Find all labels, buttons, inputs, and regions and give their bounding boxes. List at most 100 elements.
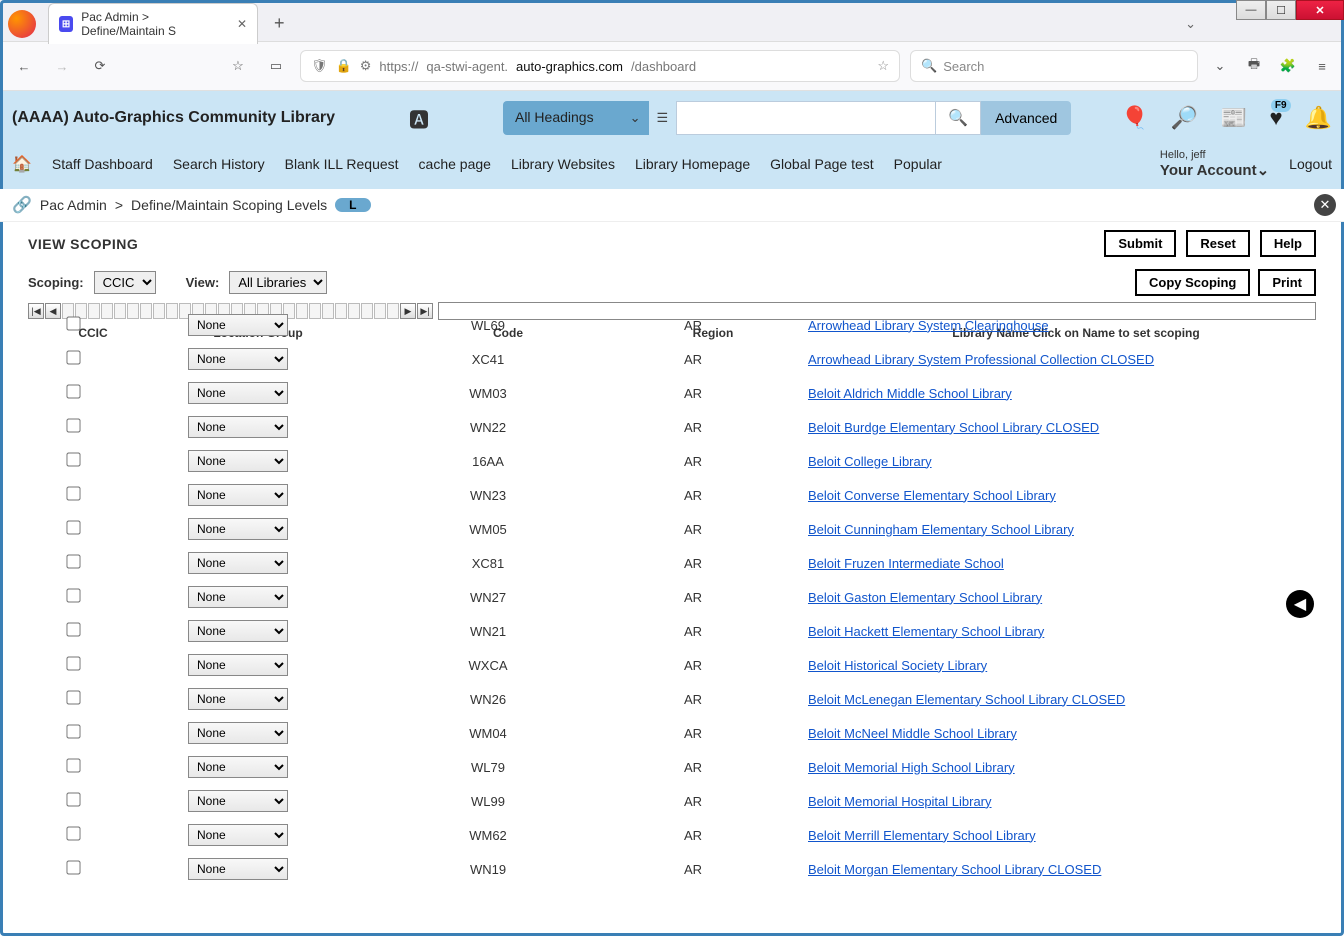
nav-blank-ill[interactable]: Blank ILL Request: [285, 156, 399, 172]
chevron-down-icon[interactable]: ⌄: [622, 101, 649, 135]
location-group-select[interactable]: None: [188, 552, 288, 574]
library-name-link[interactable]: Beloit McLenegan Elementary School Libra…: [808, 692, 1125, 707]
list-icon[interactable]: 📰: [1220, 105, 1247, 131]
location-group-select[interactable]: None: [188, 654, 288, 676]
favorites-icon[interactable]: ♥F9: [1270, 105, 1283, 131]
row-checkbox[interactable]: [66, 486, 80, 500]
nav-staff-dashboard[interactable]: Staff Dashboard: [52, 156, 153, 172]
advanced-search-button[interactable]: Advanced: [981, 101, 1071, 135]
library-name-link[interactable]: Arrowhead Library System Professional Co…: [808, 352, 1154, 367]
nav-reload-icon[interactable]: ⟳: [86, 52, 114, 80]
browser-search-box[interactable]: 🔍 Search: [910, 50, 1198, 82]
scoping-select[interactable]: CCIC: [94, 271, 156, 294]
window-minimize[interactable]: —: [1236, 0, 1266, 20]
menu-icon[interactable]: ≡: [1310, 54, 1334, 78]
row-checkbox[interactable]: [66, 350, 80, 364]
nav-global-page-test[interactable]: Global Page test: [770, 156, 874, 172]
row-checkbox[interactable]: [66, 860, 80, 874]
row-checkbox[interactable]: [66, 656, 80, 670]
browser-tab[interactable]: ⊞ Pac Admin > Define/Maintain S ✕: [48, 3, 258, 44]
browse-icon[interactable]: 🔎: [1171, 105, 1198, 131]
library-name-link[interactable]: Beloit Merrill Elementary School Library: [808, 828, 1036, 843]
logout-link[interactable]: Logout: [1289, 156, 1332, 172]
location-group-select[interactable]: None: [188, 688, 288, 710]
row-checkbox[interactable]: [66, 554, 80, 568]
location-group-select[interactable]: None: [188, 722, 288, 744]
nav-search-history[interactable]: Search History: [173, 156, 265, 172]
row-checkbox[interactable]: [66, 826, 80, 840]
library-name-link[interactable]: Arrowhead Library System Clearinghouse: [808, 318, 1049, 333]
bookmark-star-outline-icon[interactable]: ☆: [224, 52, 252, 80]
library-name-link[interactable]: Beloit Memorial Hospital Library: [808, 794, 992, 809]
bookmark-icon[interactable]: ☆: [877, 58, 889, 74]
new-tab-button[interactable]: +: [268, 13, 291, 34]
row-checkbox[interactable]: [66, 724, 80, 738]
print-button[interactable]: Print: [1258, 269, 1316, 296]
location-group-select[interactable]: None: [188, 314, 288, 336]
home-icon[interactable]: 🏠: [12, 154, 32, 174]
tab-close-icon[interactable]: ✕: [237, 17, 247, 31]
library-name-link[interactable]: Beloit College Library: [808, 454, 932, 469]
location-group-select[interactable]: None: [188, 824, 288, 846]
catalog-search-button[interactable]: 🔍: [936, 101, 981, 135]
print-icon[interactable]: 🖶: [1242, 54, 1266, 78]
collapse-arrow-icon[interactable]: ◀: [1286, 590, 1314, 618]
extensions-icon[interactable]: 🧩: [1276, 54, 1300, 78]
location-group-select[interactable]: None: [188, 348, 288, 370]
library-name-link[interactable]: Beloit Cunningham Elementary School Libr…: [808, 522, 1074, 537]
translate-icon[interactable]: 🅰: [409, 104, 429, 133]
reset-button[interactable]: Reset: [1186, 230, 1249, 257]
view-select[interactable]: All Libraries: [229, 271, 327, 294]
submit-button[interactable]: Submit: [1104, 230, 1176, 257]
close-panel-icon[interactable]: ✕: [1314, 194, 1336, 216]
catalog-search-input[interactable]: [676, 101, 936, 135]
url-bar[interactable]: 🛡 🔒 ⚙ https://qa-stwi-agent.auto-graphic…: [300, 50, 900, 82]
row-checkbox[interactable]: [66, 316, 80, 330]
library-name-link[interactable]: Beloit Historical Society Library: [808, 658, 987, 673]
window-close[interactable]: ✕: [1296, 0, 1344, 20]
location-group-select[interactable]: None: [188, 756, 288, 778]
location-group-select[interactable]: None: [188, 518, 288, 540]
library-name-link[interactable]: Beloit Burdge Elementary School Library …: [808, 420, 1099, 435]
tabs-dropdown-icon[interactable]: ⌄: [1185, 16, 1196, 32]
location-group-select[interactable]: None: [188, 790, 288, 812]
library-name-link[interactable]: Beloit Memorial High School Library: [808, 760, 1015, 775]
pocket-icon[interactable]: ⌄: [1208, 54, 1232, 78]
help-button[interactable]: Help: [1260, 230, 1316, 257]
breadcrumb-root[interactable]: Pac Admin: [40, 197, 107, 213]
row-checkbox[interactable]: [66, 452, 80, 466]
account-menu[interactable]: Hello, jeff Your Account⌄: [1160, 149, 1269, 179]
nav-library-homepage[interactable]: Library Homepage: [635, 156, 750, 172]
location-group-select[interactable]: None: [188, 416, 288, 438]
location-group-select[interactable]: None: [188, 586, 288, 608]
library-name-link[interactable]: Beloit McNeel Middle School Library: [808, 726, 1017, 741]
row-checkbox[interactable]: [66, 520, 80, 534]
row-checkbox[interactable]: [66, 588, 80, 602]
row-checkbox[interactable]: [66, 792, 80, 806]
location-group-select[interactable]: None: [188, 382, 288, 404]
notifications-icon[interactable]: 🔔: [1305, 105, 1332, 131]
location-group-select[interactable]: None: [188, 620, 288, 642]
nav-popular[interactable]: Popular: [894, 156, 942, 172]
window-maximize[interactable]: ☐: [1266, 0, 1296, 20]
row-checkbox[interactable]: [66, 384, 80, 398]
location-group-select[interactable]: None: [188, 450, 288, 472]
library-name-link[interactable]: Beloit Hackett Elementary School Library: [808, 624, 1044, 639]
heading-select[interactable]: All Headings: [503, 101, 622, 135]
row-checkbox[interactable]: [66, 690, 80, 704]
table-body[interactable]: NoneWL69ARArrowhead Library System Clear…: [8, 308, 1336, 928]
library-name-link[interactable]: Beloit Aldrich Middle School Library: [808, 386, 1012, 401]
database-icon[interactable]: ☰: [649, 101, 677, 135]
library-name-link[interactable]: Beloit Morgan Elementary School Library …: [808, 862, 1101, 877]
library-name-link[interactable]: Beloit Gaston Elementary School Library: [808, 590, 1042, 605]
balloon-icon[interactable]: 🎈: [1121, 105, 1148, 131]
library-name-link[interactable]: Beloit Converse Elementary School Librar…: [808, 488, 1056, 503]
container-icon[interactable]: ▭: [262, 52, 290, 80]
location-group-select[interactable]: None: [188, 484, 288, 506]
nav-cache-page[interactable]: cache page: [419, 156, 491, 172]
row-checkbox[interactable]: [66, 758, 80, 772]
row-checkbox[interactable]: [66, 622, 80, 636]
copy-scoping-button[interactable]: Copy Scoping: [1135, 269, 1250, 296]
library-name-link[interactable]: Beloit Fruzen Intermediate School: [808, 556, 1004, 571]
row-checkbox[interactable]: [66, 418, 80, 432]
